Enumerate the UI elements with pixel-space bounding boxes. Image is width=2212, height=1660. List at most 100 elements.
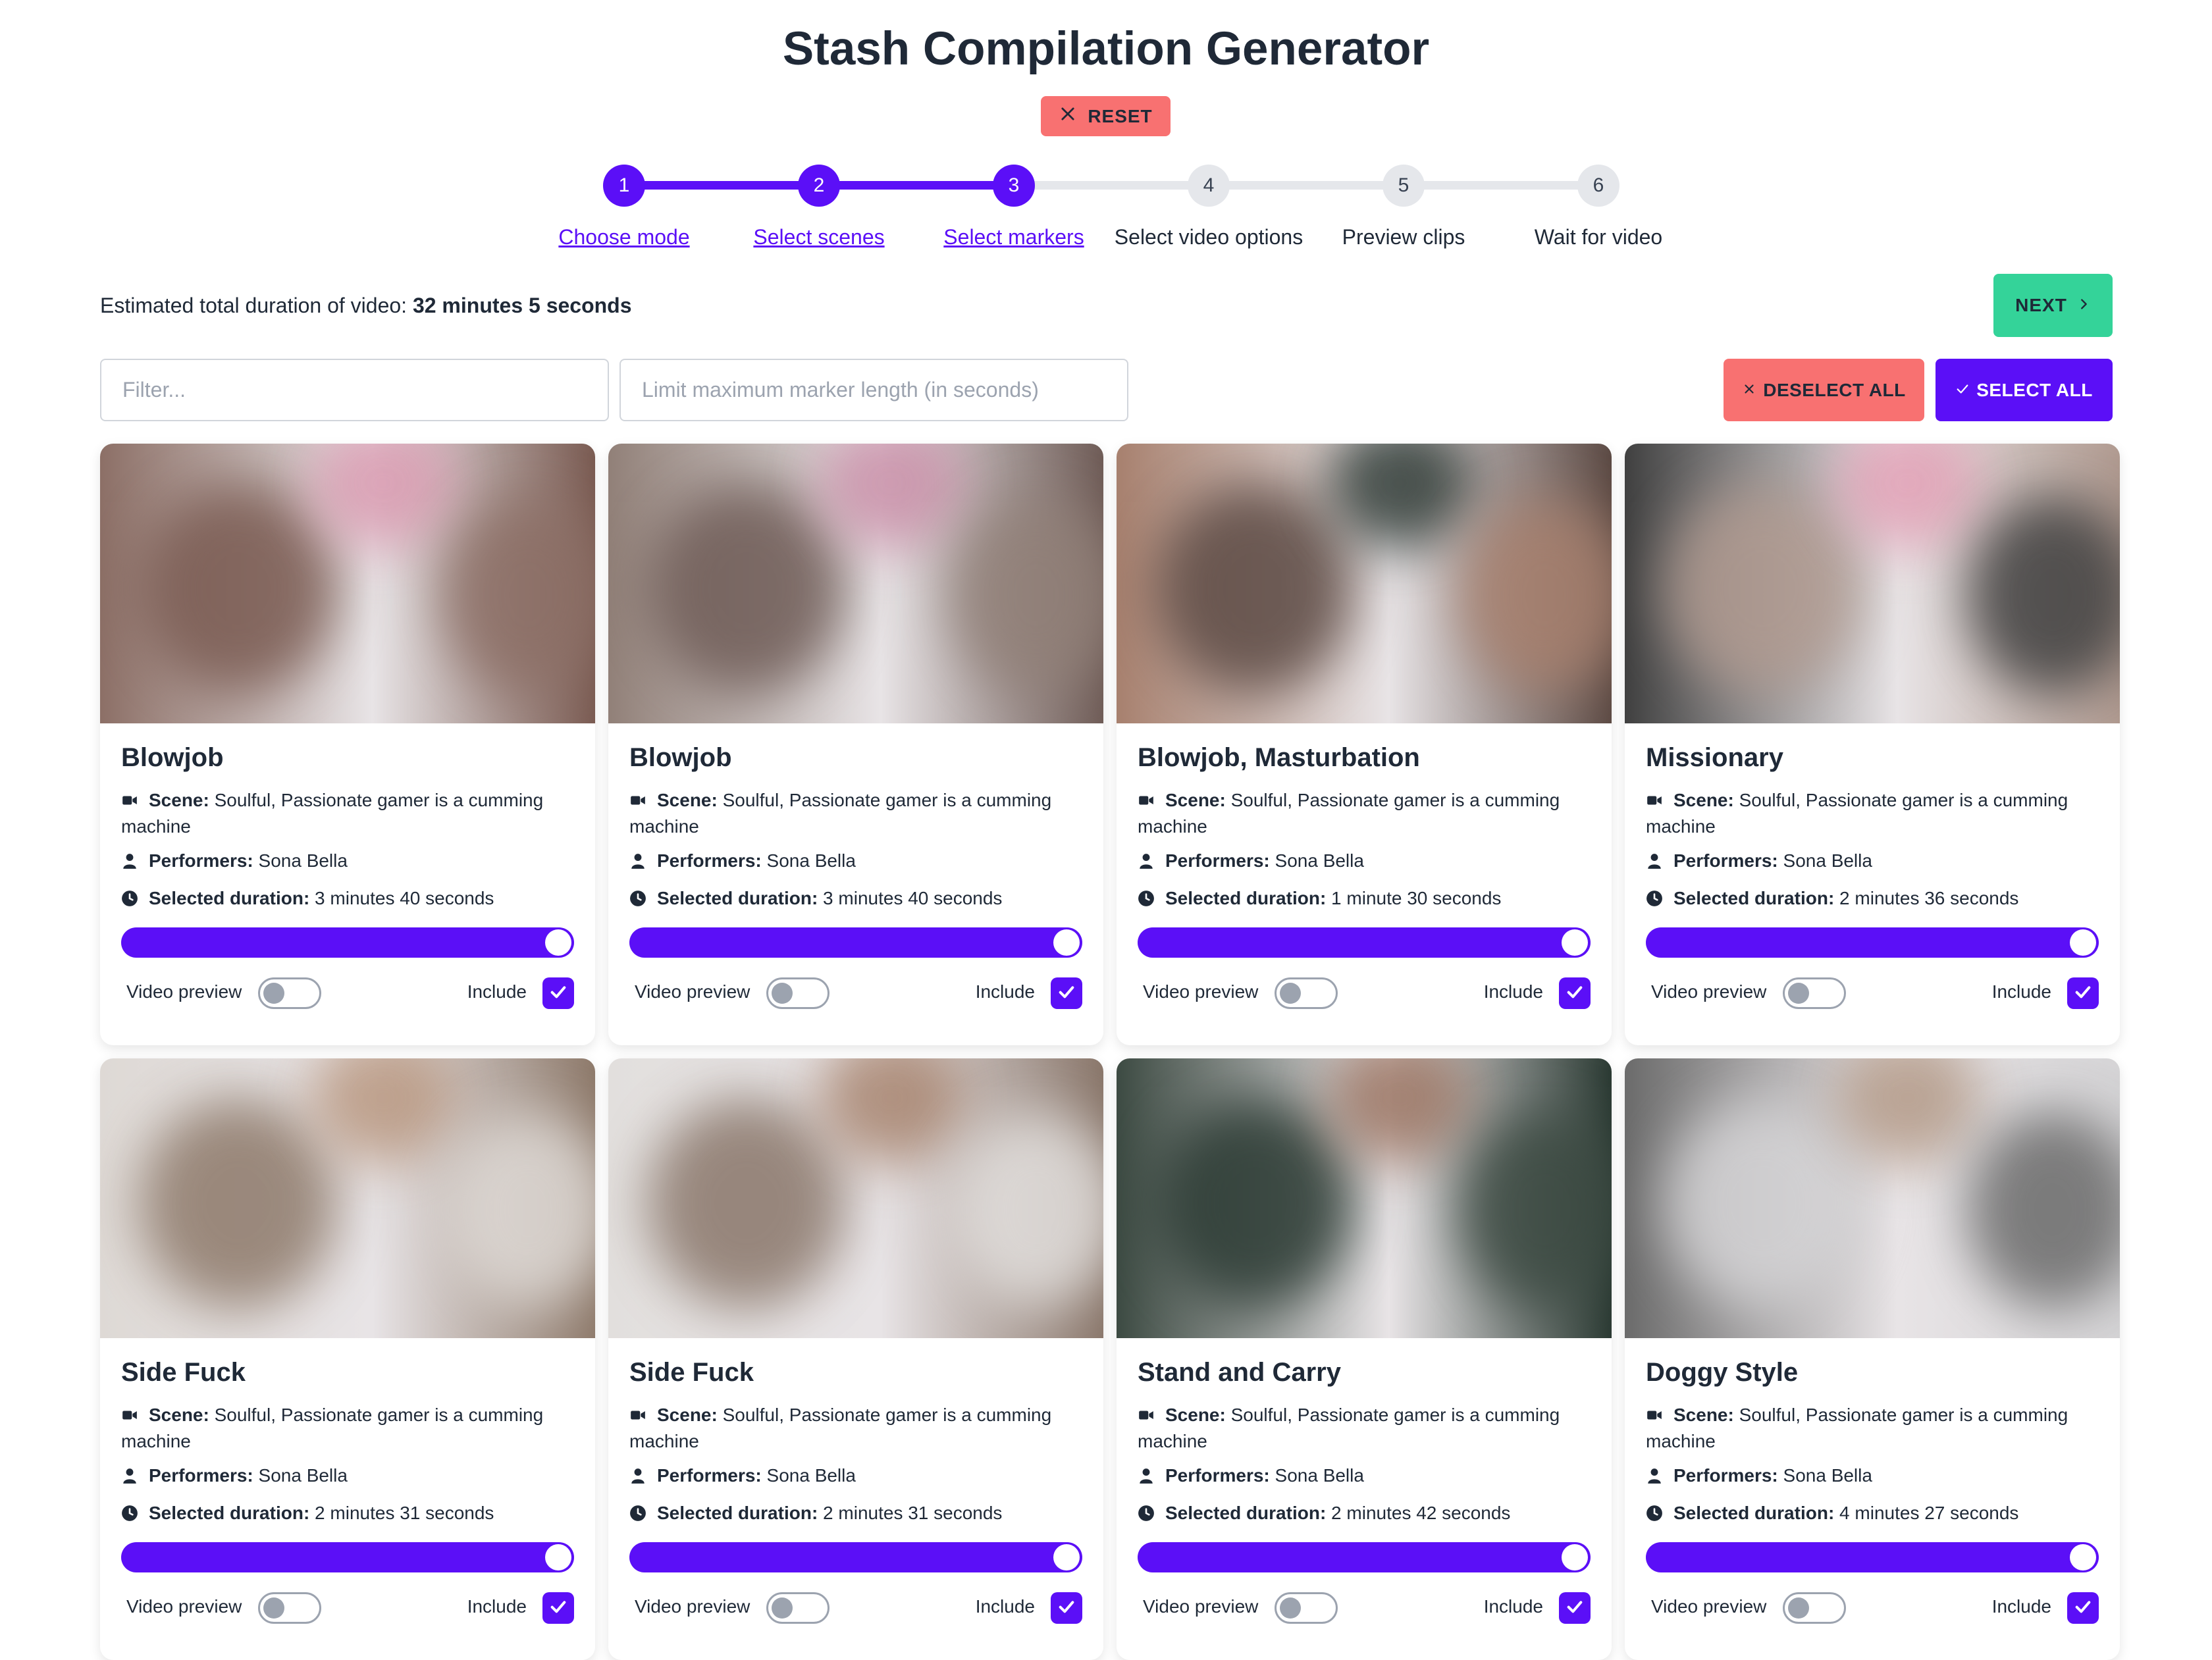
step-1-link[interactable]: Choose mode [519, 225, 729, 249]
marker-title: Missionary [1646, 743, 1783, 772]
clock-icon [1646, 890, 1663, 907]
video-preview-toggle[interactable] [1783, 977, 1846, 1009]
card-controls: Video preview Include [1143, 977, 1591, 1010]
deselect-all-label: DESELECT ALL [1763, 379, 1906, 400]
slider-handle[interactable] [545, 929, 571, 956]
include-label: Include [1483, 1596, 1543, 1617]
duration-range-slider[interactable] [1646, 927, 2099, 958]
card-controls: Video preview Include [126, 1592, 574, 1625]
step-3-link[interactable]: Select markers [908, 225, 1119, 249]
step-3-circle[interactable]: 3 [993, 165, 1035, 207]
slider-handle[interactable] [2070, 929, 2096, 956]
slider-handle[interactable] [1562, 929, 1588, 956]
slider-fill [121, 927, 574, 958]
duration-range-slider[interactable] [121, 927, 574, 958]
slider-handle[interactable] [1562, 1544, 1588, 1570]
duration-range-slider[interactable] [629, 1542, 1082, 1572]
video-preview-toggle[interactable] [766, 977, 830, 1009]
slider-fill [629, 927, 1082, 958]
slider-fill [121, 1542, 574, 1572]
card-controls: Video preview Include [1651, 1592, 2099, 1625]
thumbnail-blur-shape [1835, 444, 1980, 549]
step-connector-4-5 [1209, 181, 1404, 190]
video-preview-toggle[interactable] [1783, 1592, 1846, 1624]
include-checkbox[interactable] [1051, 1592, 1082, 1624]
include-checkbox[interactable] [1559, 977, 1591, 1009]
include-label: Include [1483, 981, 1543, 1002]
video-camera-icon [1138, 1407, 1155, 1424]
marker-performers: Performers: Sona Bella [629, 848, 1082, 874]
marker-performers: Performers: Sona Bella [1646, 1463, 2099, 1489]
video-preview-label: Video preview [635, 981, 750, 1002]
scene-key: Scene: [657, 790, 718, 810]
reset-button[interactable]: RESET [1041, 96, 1171, 136]
include-checkbox[interactable] [542, 977, 574, 1009]
include-checkbox[interactable] [2067, 1592, 2099, 1624]
include-checkbox[interactable] [542, 1592, 574, 1624]
step-2-link[interactable]: Select scenes [714, 225, 924, 249]
duration-range-slider[interactable] [1646, 1542, 2099, 1572]
video-preview-toggle[interactable] [766, 1592, 830, 1624]
marker-scene: Scene: Soulful, Passionate gamer is a cu… [1646, 787, 2099, 840]
select-all-button[interactable]: SELECT ALL [1936, 359, 2113, 421]
thumbnail-blur-shape [951, 496, 1103, 694]
slider-handle[interactable] [1053, 929, 1080, 956]
duration-range-slider[interactable] [1138, 927, 1591, 958]
video-preview-toggle[interactable] [1275, 977, 1338, 1009]
performers-value: Sona Bella [1275, 1465, 1364, 1486]
marker-title: Blowjob, Masturbation [1138, 743, 1420, 772]
toggle-knob [1788, 1597, 1809, 1619]
include-checkbox[interactable] [1051, 977, 1082, 1009]
duration-range-slider[interactable] [1138, 1542, 1591, 1572]
marker-title: Stand and Carry [1138, 1358, 1341, 1387]
max-marker-length-input[interactable] [619, 359, 1128, 421]
include-label: Include [975, 981, 1035, 1002]
include-checkbox[interactable] [1559, 1592, 1591, 1624]
duration-key: Selected duration: [657, 1503, 818, 1523]
duration-range-slider[interactable] [629, 927, 1082, 958]
slider-handle[interactable] [1053, 1544, 1080, 1570]
step-2-circle[interactable]: 2 [798, 165, 840, 207]
app-page: Stash Compilation Generator RESET 1 2 3 … [0, 0, 2212, 1660]
thumbnail-blur-shape [311, 1058, 456, 1164]
include-checkbox[interactable] [2067, 977, 2099, 1009]
step-5-circle: 5 [1382, 165, 1425, 207]
clock-icon [1138, 1505, 1155, 1522]
duration-range-slider[interactable] [121, 1542, 574, 1572]
duration-key: Selected duration: [1673, 1503, 1835, 1523]
marker-thumbnail [608, 444, 1103, 723]
step-4-label: Select video options [1114, 225, 1304, 249]
step-connector-3-4 [1014, 181, 1209, 190]
marker-card: Missionary Scene: Soulful, Passionate ga… [1625, 444, 2120, 1045]
marker-duration: Selected duration: 2 minutes 31 seconds [629, 1500, 1082, 1526]
deselect-all-button[interactable]: DESELECT ALL [1724, 359, 1924, 421]
duration-prefix: Estimated total duration of video: [100, 294, 408, 317]
duration-value: 2 minutes 36 seconds [1839, 888, 2019, 908]
scene-key: Scene: [149, 790, 209, 810]
duration-key: Selected duration: [1165, 888, 1327, 908]
step-1-circle[interactable]: 1 [603, 165, 645, 207]
slider-handle[interactable] [2070, 1544, 2096, 1570]
slider-fill [1646, 1542, 2099, 1572]
scene-key: Scene: [149, 1405, 209, 1425]
duration-key: Selected duration: [1165, 1503, 1327, 1523]
video-preview-toggle[interactable] [258, 1592, 321, 1624]
thumbnail-blur-shape [819, 444, 964, 549]
thumbnail-blur-shape [1459, 496, 1612, 694]
marker-thumbnail [608, 1058, 1103, 1338]
next-button[interactable]: NEXT [1993, 274, 2113, 337]
marker-title: Side Fuck [121, 1358, 246, 1387]
marker-thumbnail [1625, 1058, 2120, 1338]
video-preview-toggle[interactable] [258, 977, 321, 1009]
toggle-knob [1788, 983, 1809, 1004]
slider-handle[interactable] [545, 1544, 571, 1570]
filter-input[interactable] [100, 359, 609, 421]
marker-performers: Performers: Sona Bella [1646, 848, 2099, 874]
include-label: Include [467, 1596, 527, 1617]
video-preview-toggle[interactable] [1275, 1592, 1338, 1624]
thumbnail-blur-shape [311, 444, 456, 549]
scene-key: Scene: [1673, 790, 1734, 810]
page-title: Stash Compilation Generator [782, 23, 1430, 75]
marker-performers: Performers: Sona Bella [1138, 1463, 1591, 1489]
duration-key: Selected duration: [149, 888, 310, 908]
